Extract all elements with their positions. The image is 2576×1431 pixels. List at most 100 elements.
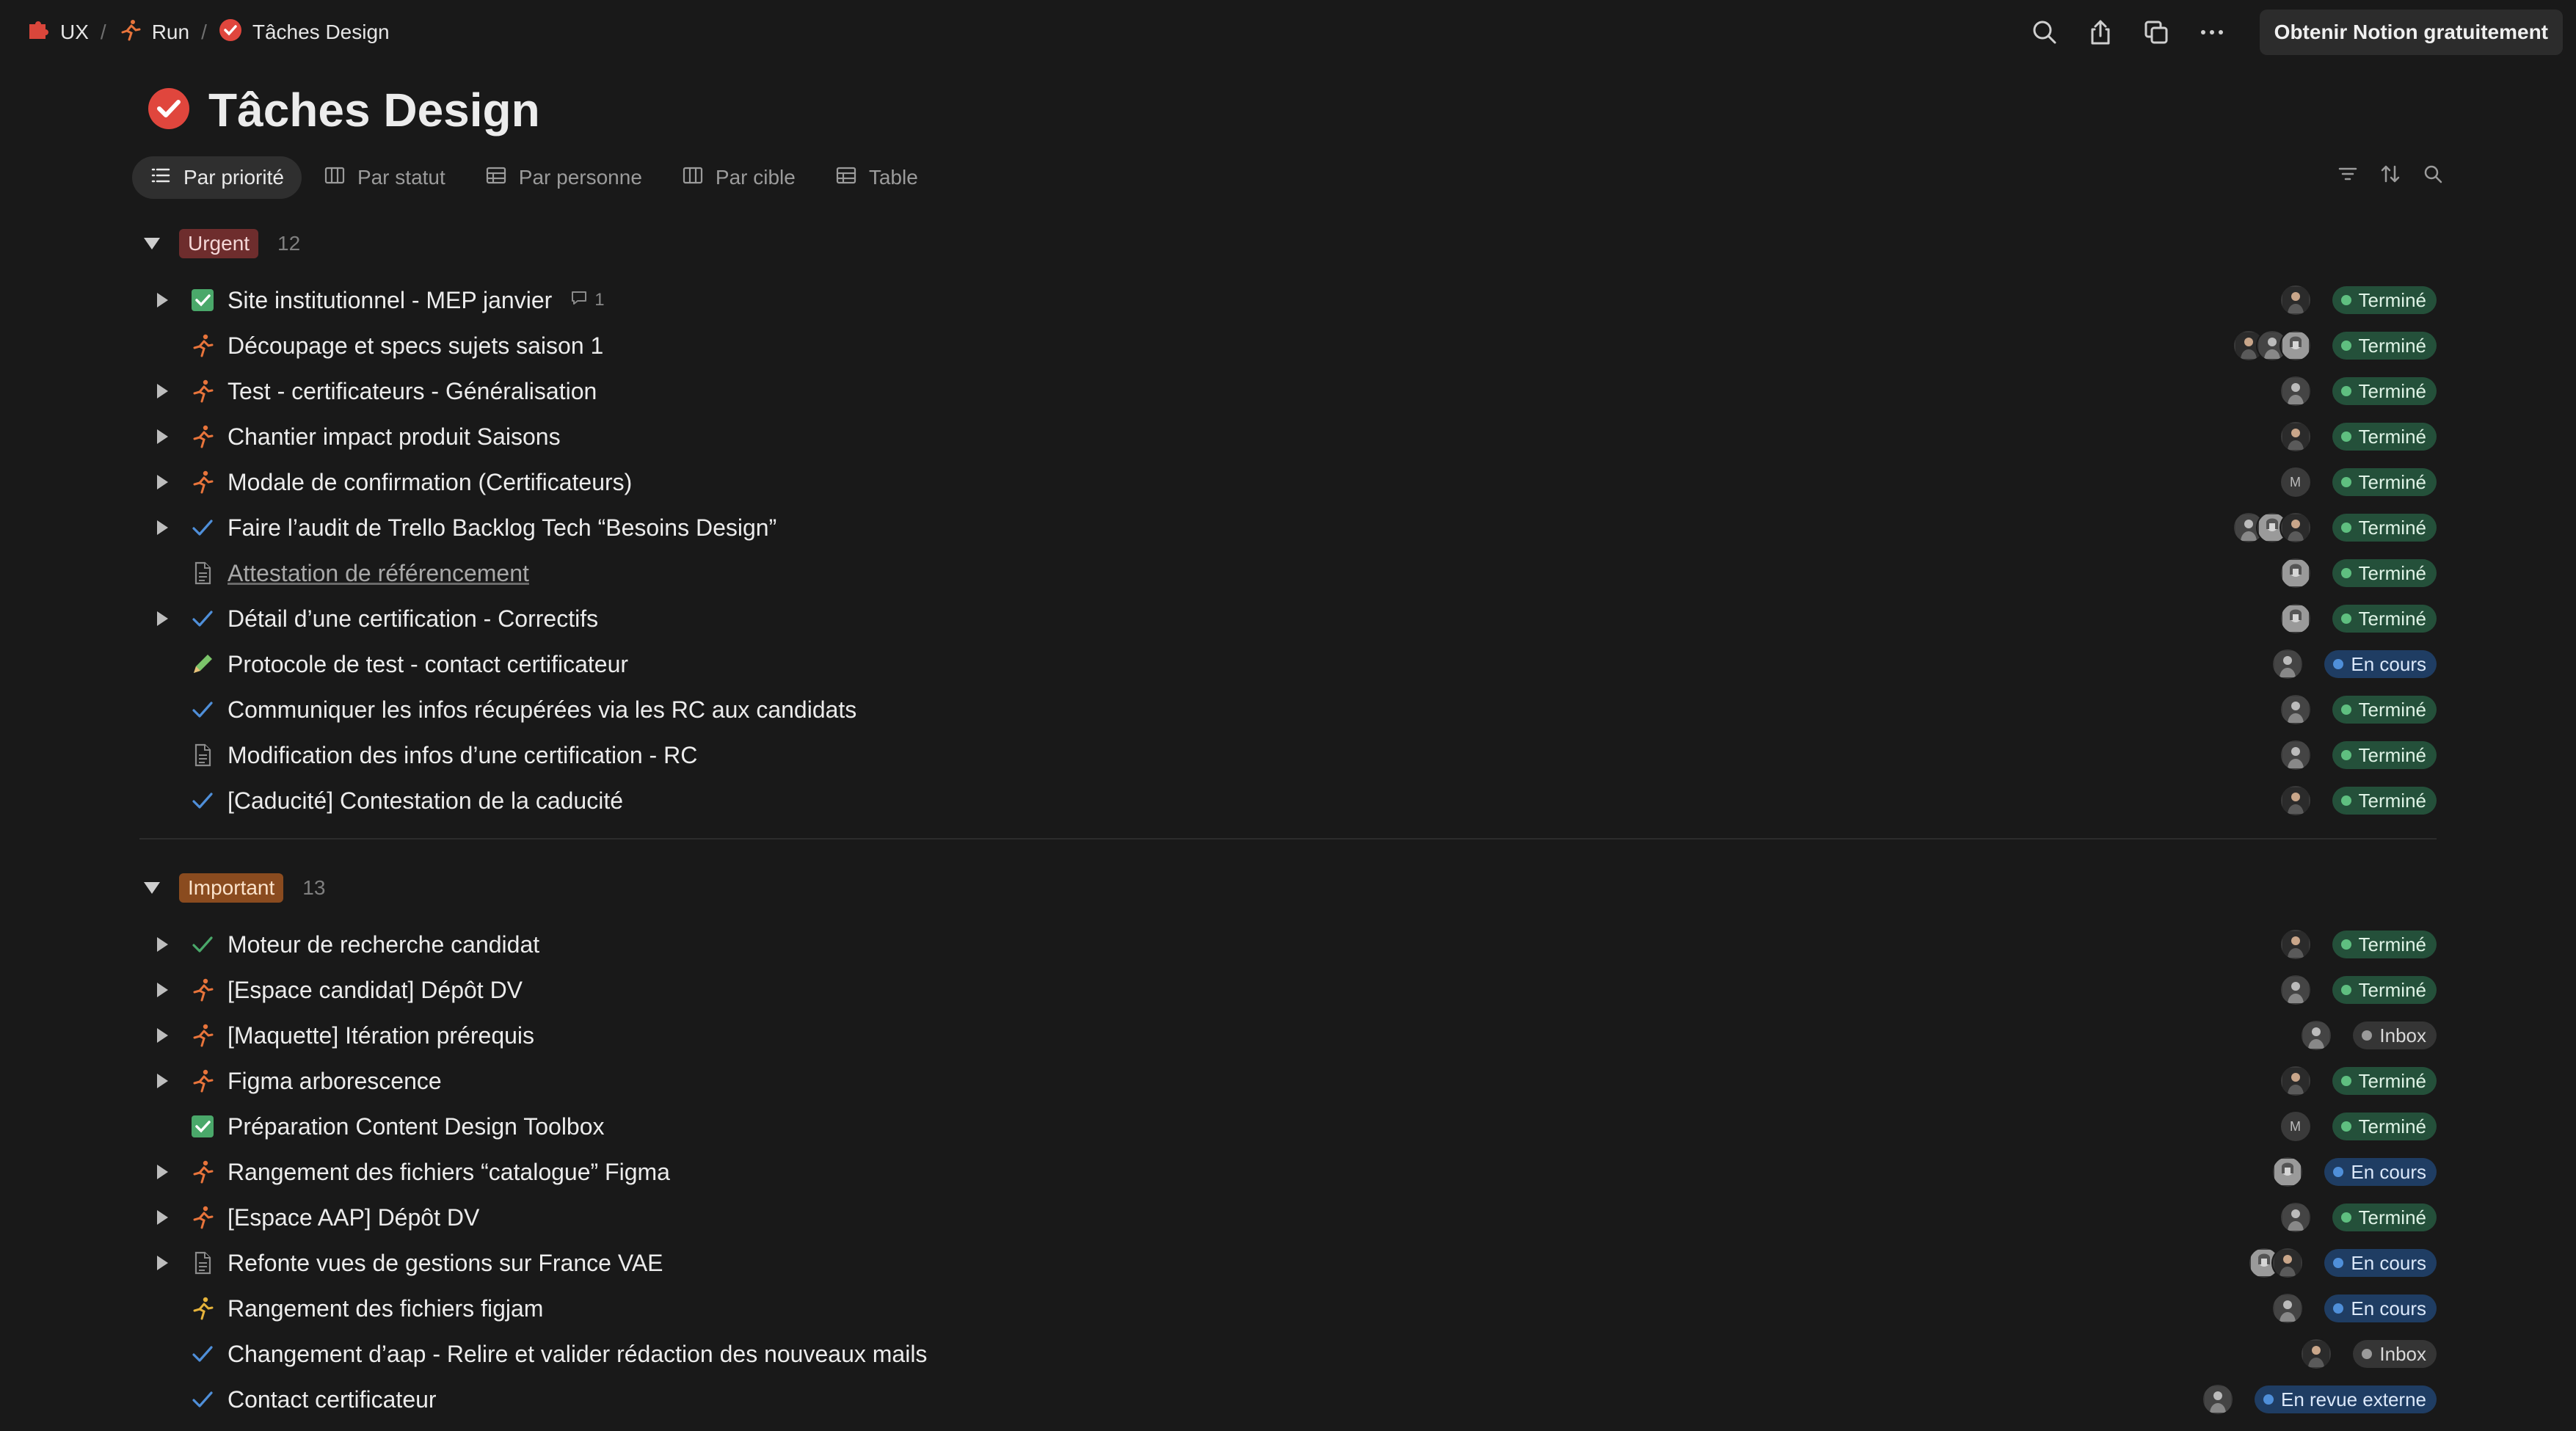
- assignees[interactable]: [2271, 1156, 2304, 1188]
- status-badge[interactable]: En cours: [2324, 1249, 2437, 1277]
- assignees[interactable]: [2300, 1338, 2333, 1370]
- task-title[interactable]: Modale de confirmation (Certificateurs): [228, 469, 632, 496]
- share-icon[interactable]: [2085, 17, 2116, 48]
- assignees[interactable]: [2279, 974, 2312, 1006]
- list-item[interactable]: Rangement des fichiers “catalogue” Figma…: [144, 1149, 2437, 1195]
- task-title[interactable]: Faire l’audit de Trello Backlog Tech “Be…: [228, 514, 776, 542]
- task-title[interactable]: [Espace AAP] Dépôt DV: [228, 1204, 479, 1231]
- status-badge[interactable]: Terminé: [2332, 332, 2437, 360]
- chevron-right-icon[interactable]: [157, 1028, 168, 1043]
- task-title[interactable]: Contact certificateur: [228, 1386, 437, 1413]
- assignees[interactable]: [2300, 1019, 2333, 1052]
- status-badge[interactable]: Inbox: [2353, 1340, 2437, 1368]
- list-item[interactable]: Faire l’audit de Trello Backlog Tech “Be…: [144, 505, 2437, 550]
- assignees[interactable]: [2279, 284, 2312, 316]
- list-item[interactable]: Découpage et specs sujets saison 1 Termin…: [144, 323, 2437, 368]
- assignees[interactable]: [2279, 420, 2312, 453]
- task-title[interactable]: Attestation de référencement: [228, 560, 529, 587]
- chevron-right-icon[interactable]: [157, 293, 168, 307]
- list-item[interactable]: Moteur de recherche candidat Terminé: [144, 922, 2437, 967]
- task-title[interactable]: Moteur de recherche candidat: [228, 931, 539, 958]
- more-icon[interactable]: [2197, 17, 2227, 48]
- breadcrumb-item-taches-design[interactable]: Tâches Design: [219, 18, 390, 47]
- task-title[interactable]: Rangement des fichiers “catalogue” Figma: [228, 1159, 670, 1186]
- chevron-right-icon[interactable]: [157, 611, 168, 626]
- search-icon[interactable]: [2422, 163, 2444, 189]
- get-notion-free-button[interactable]: Obtenir Notion gratuitement: [2259, 10, 2563, 55]
- task-title[interactable]: Test - certificateurs - Généralisation: [228, 378, 597, 405]
- status-badge[interactable]: Terminé: [2332, 468, 2437, 496]
- chevron-right-icon[interactable]: [157, 1165, 168, 1179]
- task-title[interactable]: Changement d’aap - Relire et valider réd…: [228, 1341, 927, 1368]
- status-badge[interactable]: Terminé: [2332, 976, 2437, 1004]
- list-item[interactable]: Test - certificateurs - Généralisation Te…: [144, 368, 2437, 414]
- breadcrumb-item-ux[interactable]: UX: [26, 18, 89, 47]
- list-item[interactable]: [Espace candidat] Dépôt DV Terminé: [144, 967, 2437, 1013]
- chevron-right-icon[interactable]: [157, 1074, 168, 1088]
- filter-icon[interactable]: [2337, 163, 2359, 189]
- assignees[interactable]: M: [2279, 1110, 2312, 1143]
- list-item[interactable]: Modale de confirmation (Certificateurs) M…: [144, 459, 2437, 505]
- assignees[interactable]: [2279, 693, 2312, 726]
- duplicate-icon[interactable]: [2141, 17, 2172, 48]
- status-badge[interactable]: Terminé: [2332, 1113, 2437, 1140]
- list-item[interactable]: Refonte vues de gestions sur France VAE E…: [144, 1240, 2437, 1286]
- list-item[interactable]: [Maquette] Itération prérequis Inbox: [144, 1013, 2437, 1058]
- list-item[interactable]: Attestation de référencement Terminé: [144, 550, 2437, 596]
- list-item[interactable]: Protocole de test - contact certificateu…: [144, 641, 2437, 687]
- chevron-right-icon[interactable]: [157, 429, 168, 444]
- status-badge[interactable]: Inbox: [2353, 1022, 2437, 1049]
- list-item[interactable]: Changement d’aap - Relire et valider réd…: [144, 1331, 2437, 1377]
- list-item[interactable]: Détail d’une certification - Correctifs T…: [144, 596, 2437, 641]
- assignees[interactable]: [2279, 739, 2312, 771]
- task-title[interactable]: [Caducité] Contestation de la caducité: [228, 787, 623, 815]
- task-title[interactable]: [Espace candidat] Dépôt DV: [228, 977, 523, 1004]
- task-title[interactable]: Refonte vues de gestions sur France VAE: [228, 1250, 663, 1277]
- assignees[interactable]: [2271, 648, 2304, 680]
- task-title[interactable]: Modification des infos d’une certificati…: [228, 742, 697, 769]
- status-badge[interactable]: Terminé: [2332, 931, 2437, 958]
- status-badge[interactable]: Terminé: [2332, 377, 2437, 405]
- chevron-right-icon[interactable]: [157, 384, 168, 398]
- breadcrumb-item-run[interactable]: Run: [118, 18, 189, 47]
- task-title[interactable]: Rangement des fichiers figjam: [228, 1295, 543, 1322]
- task-title[interactable]: Communiquer les infos récupérées via les…: [228, 696, 856, 724]
- status-badge[interactable]: Terminé: [2332, 696, 2437, 724]
- assignees[interactable]: M: [2279, 466, 2312, 498]
- list-item[interactable]: Contact certificateur En revue externe: [144, 1377, 2437, 1422]
- status-badge[interactable]: Terminé: [2332, 286, 2437, 314]
- assignees[interactable]: [2279, 602, 2312, 635]
- list-item[interactable]: Chantier impact produit Saisons Terminé: [144, 414, 2437, 459]
- chevron-right-icon[interactable]: [157, 1210, 168, 1225]
- status-badge[interactable]: Terminé: [2332, 559, 2437, 587]
- assignees[interactable]: [2232, 511, 2312, 544]
- chevron-right-icon[interactable]: [157, 983, 168, 997]
- task-title[interactable]: Protocole de test - contact certificateu…: [228, 651, 628, 678]
- assignees[interactable]: [2248, 1247, 2304, 1279]
- task-title[interactable]: [Maquette] Itération prérequis: [228, 1022, 534, 1049]
- assignees[interactable]: [2279, 375, 2312, 407]
- task-title[interactable]: Préparation Content Design Toolbox: [228, 1113, 605, 1140]
- list-item[interactable]: [Caducité] Contestation de la caducité Te…: [144, 778, 2437, 823]
- status-badge[interactable]: Terminé: [2332, 1204, 2437, 1231]
- status-badge[interactable]: Terminé: [2332, 423, 2437, 451]
- task-title[interactable]: Découpage et specs sujets saison 1: [228, 332, 603, 360]
- tab-par-cible[interactable]: Par cible: [664, 156, 813, 199]
- status-badge[interactable]: En cours: [2324, 1158, 2437, 1186]
- chevron-down-icon[interactable]: [144, 882, 160, 894]
- list-item[interactable]: Rangement des fichiers figjam En cours: [144, 1286, 2437, 1331]
- group-header-urgent[interactable]: Urgent 12: [144, 225, 300, 263]
- group-header-important[interactable]: Important 13: [144, 869, 325, 907]
- task-title[interactable]: Chantier impact produit Saisons: [228, 423, 561, 451]
- list-item[interactable]: Communiquer les infos récupérées via les…: [144, 687, 2437, 732]
- chevron-down-icon[interactable]: [144, 238, 160, 250]
- assignees[interactable]: [2201, 1383, 2234, 1416]
- chevron-right-icon[interactable]: [157, 475, 168, 489]
- comment-count[interactable]: 1: [570, 288, 605, 313]
- assignees[interactable]: [2232, 329, 2312, 362]
- assignees[interactable]: [2279, 1065, 2312, 1097]
- list-item[interactable]: Figma arborescence Terminé: [144, 1058, 2437, 1104]
- status-badge[interactable]: Terminé: [2332, 514, 2437, 542]
- chevron-right-icon[interactable]: [157, 937, 168, 952]
- assignees[interactable]: [2279, 557, 2312, 589]
